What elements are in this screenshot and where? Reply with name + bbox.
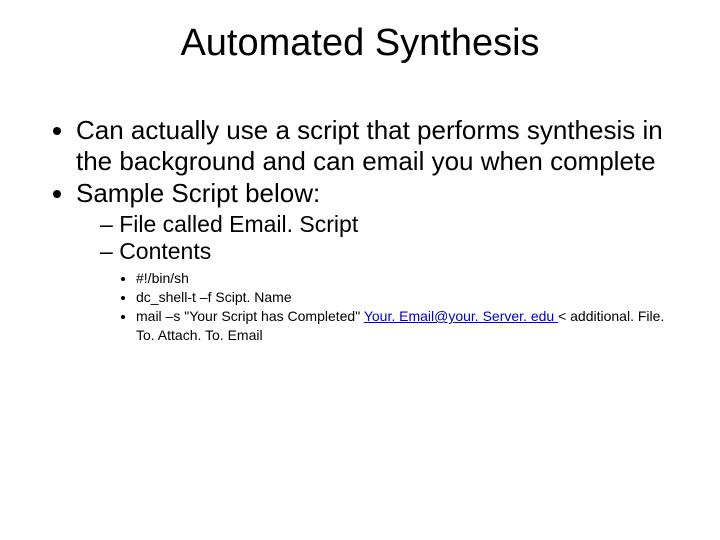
code-text: mail –s "Your Script has Completed" xyxy=(136,308,364,324)
code-line: dc_shell-t –f Scipt. Name xyxy=(136,288,672,307)
sub-bullet-text: Contents xyxy=(119,238,211,264)
code-line: mail –s "Your Script has Completed" Your… xyxy=(136,307,672,345)
slide-title: Automated Synthesis xyxy=(48,22,672,65)
bullet-text: Sample Script below: xyxy=(76,178,320,208)
slide: Automated Synthesis Can actually use a s… xyxy=(0,0,720,540)
sub-bullet-item: File called Email. Script xyxy=(100,211,672,238)
sub-bullet-list: File called Email. Script Contents #!/bi… xyxy=(76,211,672,345)
bullet-item: Sample Script below: File called Email. … xyxy=(76,178,672,344)
bullet-list: Can actually use a script that performs … xyxy=(48,115,672,345)
bullet-item: Can actually use a script that performs … xyxy=(76,115,672,176)
email-link[interactable]: Your. Email@your. Server. edu xyxy=(364,308,558,324)
code-line: #!/bin/sh xyxy=(136,269,672,288)
code-bullet-list: #!/bin/sh dc_shell-t –f Scipt. Name mail… xyxy=(100,269,672,345)
sub-bullet-item: Contents #!/bin/sh dc_shell-t –f Scipt. … xyxy=(100,238,672,345)
